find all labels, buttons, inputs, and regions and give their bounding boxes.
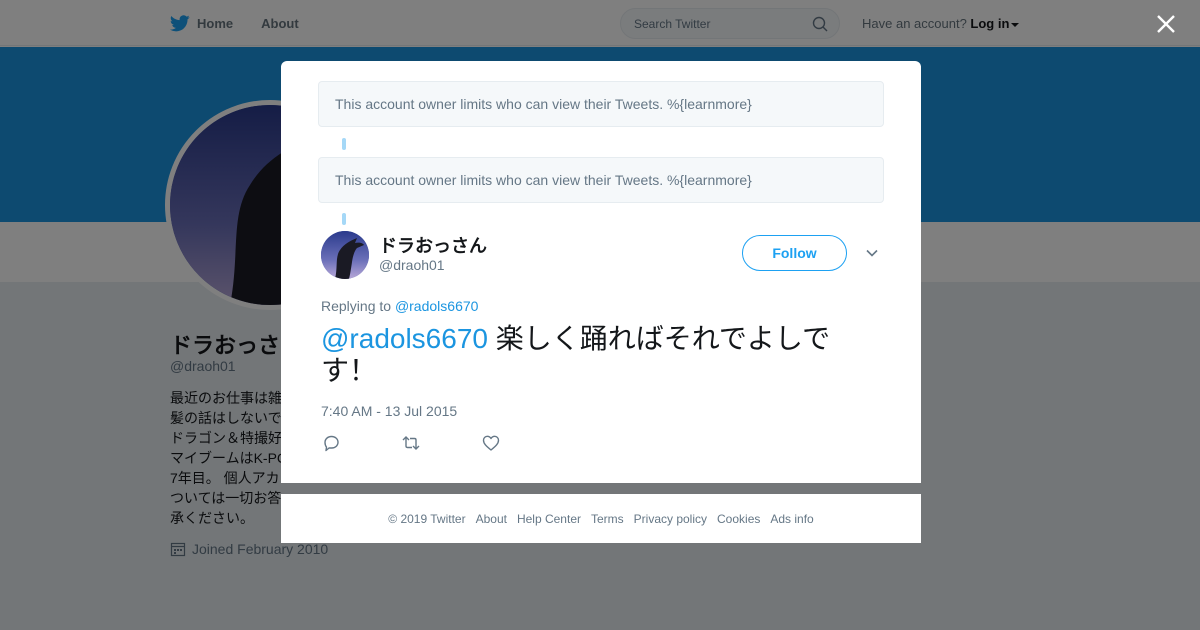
footer-link-about[interactable]: About: [476, 512, 507, 526]
footer-copyright: © 2019 Twitter: [388, 511, 466, 526]
thread-connector: [342, 138, 346, 150]
like-button[interactable]: [481, 433, 561, 453]
footer-link-cookies[interactable]: Cookies: [717, 512, 760, 526]
tweet-timestamp[interactable]: 7:40 AM - 13 Jul 2015: [321, 403, 457, 419]
tweet-author-name[interactable]: ドラおっさん: [379, 232, 487, 258]
tweet-author-handle[interactable]: @draoh01: [379, 257, 445, 273]
footer-link-terms[interactable]: Terms: [591, 512, 624, 526]
retweet-button[interactable]: [401, 433, 481, 453]
close-icon[interactable]: [1155, 13, 1177, 35]
protected-notice: This account owner limits who can view t…: [318, 157, 884, 203]
tweet-mention-link[interactable]: @radols6670: [321, 323, 488, 354]
retweet-icon: [402, 436, 420, 450]
tweet-text: @radols6670 楽しく踊ればそれでよしです！: [321, 323, 861, 387]
thread-connector: [342, 213, 346, 225]
replying-to-link[interactable]: @radols6670: [395, 298, 479, 314]
chevron-down-icon[interactable]: [865, 246, 879, 260]
heart-icon: [482, 435, 500, 451]
dragon-avatar-image: [321, 231, 369, 279]
tweet-actions: [321, 433, 561, 453]
replying-prefix: Replying to: [321, 298, 392, 314]
tweet-author-avatar[interactable]: [321, 231, 369, 279]
reply-icon: [324, 435, 339, 452]
tweet-modal: This account owner limits who can view t…: [281, 61, 921, 483]
modal-footer: © 2019 Twitter About Help Center Terms P…: [281, 494, 921, 543]
reply-button[interactable]: [321, 433, 401, 453]
follow-button[interactable]: Follow: [742, 235, 847, 271]
protected-notice: This account owner limits who can view t…: [318, 81, 884, 127]
footer-link-help-center[interactable]: Help Center: [517, 512, 581, 526]
footer-link-ads-info[interactable]: Ads info: [770, 512, 813, 526]
replying-to-line: Replying to @radols6670: [321, 298, 478, 314]
footer-link-privacy[interactable]: Privacy policy: [634, 512, 707, 526]
